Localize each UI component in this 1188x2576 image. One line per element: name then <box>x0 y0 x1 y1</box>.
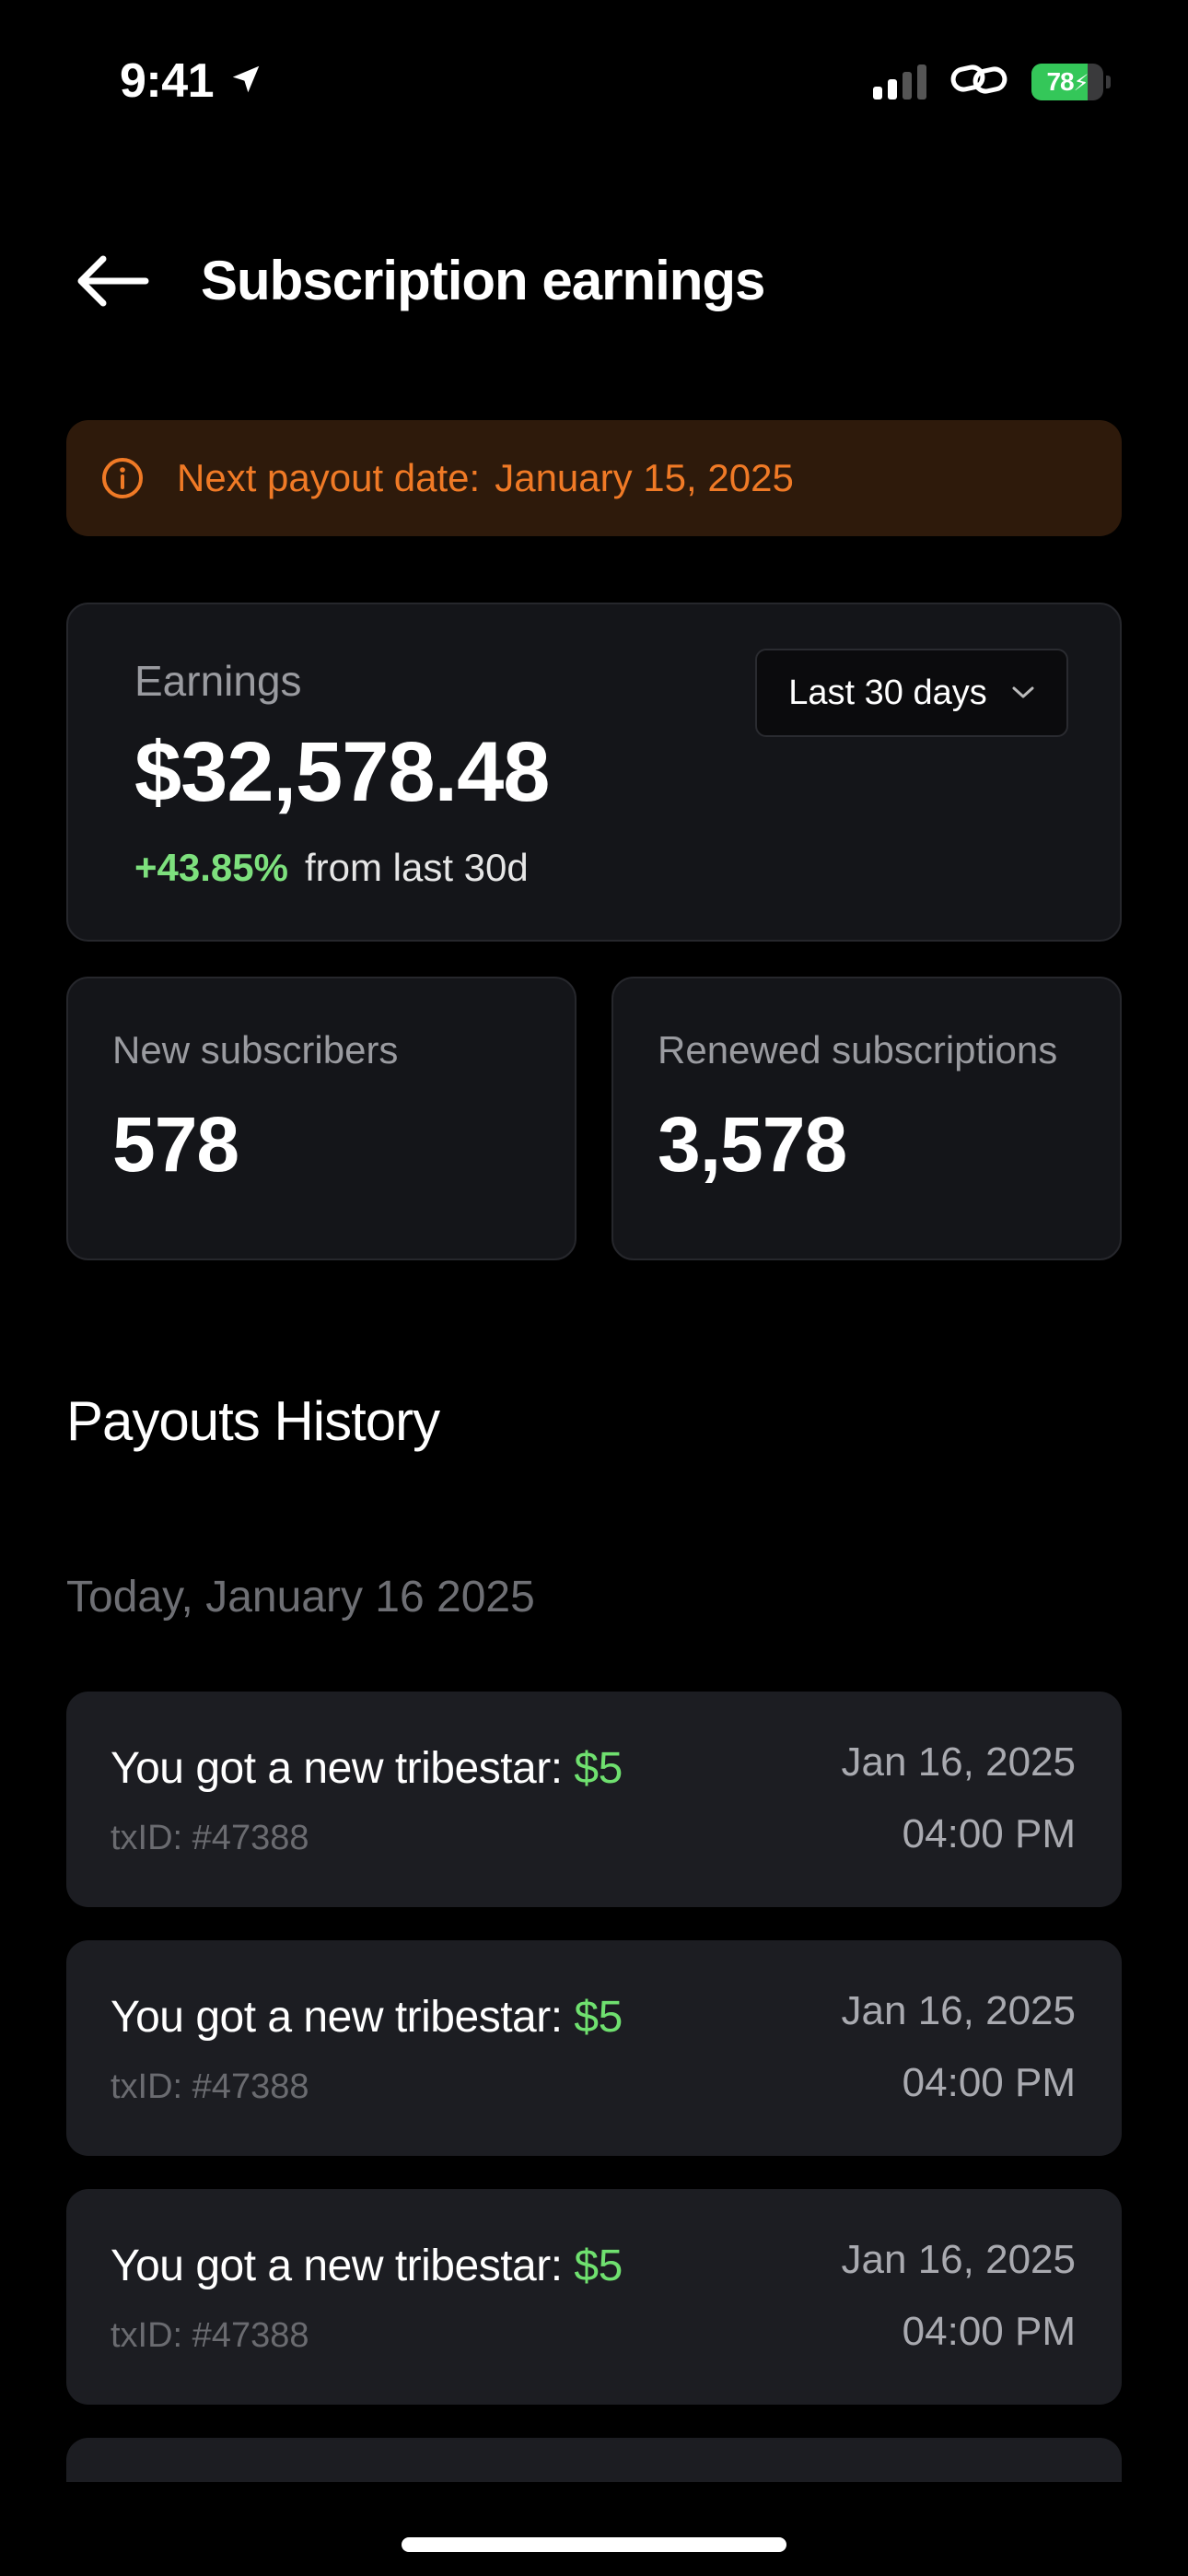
earnings-amount: $32,578.48 <box>134 725 550 819</box>
stat-value: 3,578 <box>658 1101 847 1188</box>
payout-date-value: January 15, 2025 <box>495 456 794 499</box>
battery-body: 78⚡ <box>1031 63 1103 100</box>
chevron-down-icon <box>1012 686 1034 698</box>
home-indicator[interactable] <box>402 2537 786 2552</box>
payout-date: Jan 16, 2025 <box>841 1739 1076 1785</box>
date-group-label: Today, January 16 2025 <box>66 1573 535 1622</box>
payout-item[interactable]: You got a new tribestar: $5 txID: #47388… <box>66 1940 1122 2156</box>
page-title: Subscription earnings <box>201 250 765 311</box>
date-range-value: Last 30 days <box>788 673 987 712</box>
payout-time: 04:00 PM <box>902 1811 1076 1856</box>
location-arrow-icon <box>228 53 263 109</box>
payout-time: 04:00 PM <box>902 2309 1076 2354</box>
status-indicators: 78⚡ <box>873 61 1111 102</box>
payout-title: You got a new tribestar: $5 <box>111 1993 623 2042</box>
stat-label: Renewed subscriptions <box>658 1028 1058 1071</box>
payout-item-partial[interactable] <box>66 2438 1122 2482</box>
battery-cap <box>1106 75 1111 88</box>
payout-title: You got a new tribestar: $5 <box>111 2242 623 2290</box>
payout-date-label: Next payout date: <box>177 456 481 499</box>
earnings-change: +43.85% from last 30d <box>134 846 529 890</box>
screen: 9:41 78⚡ Subscription earnings Next payo… <box>0 0 1188 2576</box>
payout-time: 04:00 PM <box>902 2060 1076 2105</box>
payout-item[interactable]: You got a new tribestar: $5 txID: #47388… <box>66 1692 1122 1907</box>
battery-level: 78⚡ <box>1046 66 1089 96</box>
stat-value: 578 <box>112 1101 239 1188</box>
payout-txid: txID: #47388 <box>111 2316 309 2355</box>
next-payout-banner: Next payout date: January 15, 2025 <box>66 420 1122 536</box>
signal-icon <box>873 64 926 100</box>
payout-txid: txID: #47388 <box>111 2067 309 2106</box>
status-time-group: 9:41 <box>120 53 263 109</box>
info-icon <box>99 455 146 501</box>
stat-label: New subscribers <box>112 1028 399 1071</box>
payout-txid: txID: #47388 <box>111 1819 309 1857</box>
status-time: 9:41 <box>120 54 215 108</box>
payout-amount: $5 <box>574 1993 623 2042</box>
payout-amount: $5 <box>574 1744 623 1793</box>
payout-title: You got a new tribestar: $5 <box>111 1744 623 1793</box>
renewed-subscriptions-card: Renewed subscriptions 3,578 <box>611 977 1122 1260</box>
payouts-history-title: Payouts History <box>66 1390 440 1452</box>
date-range-dropdown[interactable]: Last 30 days <box>755 649 1068 737</box>
earnings-label: Earnings <box>134 657 302 705</box>
link-icon <box>950 61 1007 102</box>
battery-icon: 78⚡ <box>1031 63 1111 100</box>
header: Subscription earnings <box>0 230 1188 332</box>
change-percent: +43.85% <box>134 846 288 889</box>
status-bar: 9:41 78⚡ <box>0 0 1188 166</box>
new-subscribers-card: New subscribers 578 <box>66 977 577 1260</box>
earnings-card: Earnings $32,578.48 +43.85% from last 30… <box>66 603 1122 942</box>
payout-item[interactable]: You got a new tribestar: $5 txID: #47388… <box>66 2189 1122 2405</box>
payout-date: Jan 16, 2025 <box>841 1988 1076 2033</box>
payout-list-clip <box>66 2438 1122 2482</box>
change-period: from last 30d <box>304 846 529 889</box>
back-button[interactable] <box>74 251 149 311</box>
payout-amount: $5 <box>574 2242 623 2290</box>
payout-date: Jan 16, 2025 <box>841 2237 1076 2282</box>
arrow-left-icon <box>77 255 149 307</box>
